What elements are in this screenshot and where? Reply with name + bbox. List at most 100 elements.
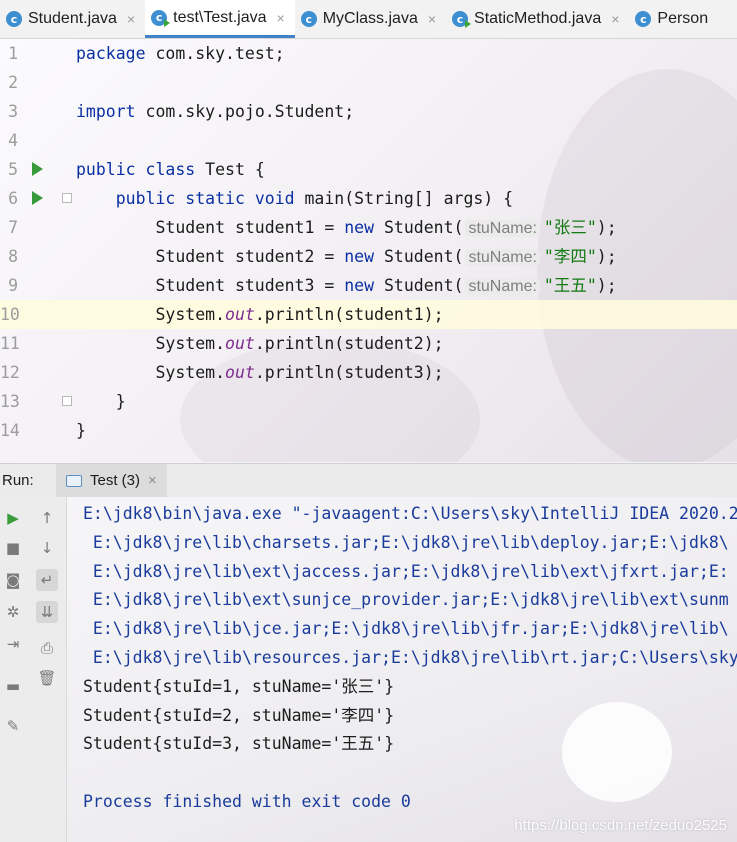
code-token: .println(student1); xyxy=(254,305,444,324)
console-line: E:\jdk8\jre\lib\charsets.jar;E:\jdk8\jre… xyxy=(83,532,729,552)
code-editor[interactable]: 1 package com.sky.test; 2 3 import com.sky.p… xyxy=(0,39,737,462)
code-token: .println(student2); xyxy=(254,334,444,353)
tab-label: StaticMethod.java xyxy=(474,10,602,27)
trash-icon[interactable]: 🗑 xyxy=(36,667,58,689)
line-number: 14 xyxy=(0,421,20,440)
editor-tab-bar: c Student.java × c test\Test.java × c MyClass.j… xyxy=(0,0,737,39)
code-text: public class Test { xyxy=(76,155,265,184)
line-number: 11 xyxy=(0,334,20,353)
keyword-token: new xyxy=(344,247,375,266)
tab-staticmethod-java[interactable]: c StaticMethod.java × xyxy=(446,0,629,38)
code-token: System. xyxy=(76,334,226,353)
code-line[interactable]: 12 System.out.println(student3); xyxy=(0,358,737,387)
code-line[interactable]: 7 Student student1 = new Student(stuName… xyxy=(0,213,737,242)
line-number: 7 xyxy=(8,218,18,237)
code-line[interactable]: 3 import com.sky.pojo.Student; xyxy=(0,97,737,126)
code-line[interactable]: 11 System.out.println(student2); xyxy=(0,329,737,358)
tab-myclass-java[interactable]: c MyClass.java × xyxy=(295,0,446,38)
up-arrow-icon[interactable]: ↑ xyxy=(36,507,58,529)
code-token: } xyxy=(76,392,126,411)
code-token: out xyxy=(225,363,255,382)
line-number: 3 xyxy=(8,102,18,121)
stop-icon[interactable]: ■ xyxy=(2,537,24,559)
close-icon[interactable]: × xyxy=(148,472,157,489)
code-token: ); xyxy=(596,218,617,237)
parameter-hint: stuName: xyxy=(465,249,540,266)
parameter-hint: stuName: xyxy=(465,220,540,237)
soft-wrap-icon[interactable]: ↵ xyxy=(36,569,58,591)
keyword-token: public class xyxy=(76,160,196,179)
keyword-token: new xyxy=(344,276,375,295)
class-icon: c xyxy=(635,11,652,27)
console-line: E:\jdk8\jre\lib\jce.jar;E:\jdk8\jre\lib\… xyxy=(83,619,729,639)
run-console[interactable]: https://blog.csdn.net/zeduo2525 E:\jdk8\… xyxy=(67,497,737,842)
code-text: System.out.println(student1); xyxy=(76,300,444,329)
code-token: Student student1 = xyxy=(76,218,345,237)
string-token: "李四" xyxy=(543,247,597,266)
code-line[interactable]: 13 } xyxy=(0,387,737,416)
print-icon[interactable]: ⎙ xyxy=(36,637,58,659)
tab-test-test-java[interactable]: c test\Test.java × xyxy=(145,0,295,38)
tab-student-java[interactable]: c Student.java × xyxy=(0,0,145,38)
run-gutter-icon[interactable] xyxy=(32,191,43,205)
console-line: E:\jdk8\jre\lib\ext\jaccess.jar;E:\jdk8\… xyxy=(83,561,729,581)
code-line[interactable]: 14} xyxy=(0,416,737,445)
exit-icon[interactable]: ⇥ xyxy=(2,633,24,655)
code-text: } xyxy=(76,387,126,416)
rerun-icon[interactable]: ▶ xyxy=(2,507,24,529)
settings-icon[interactable]: ✲ xyxy=(2,601,24,623)
code-text: Student student1 = new Student(stuName: "… xyxy=(76,213,617,243)
close-icon[interactable]: × xyxy=(127,11,135,27)
code-token: Test { xyxy=(195,160,265,179)
keyword-token: new xyxy=(344,218,375,237)
fold-marker-icon[interactable] xyxy=(62,193,72,203)
code-token: com.sky.test; xyxy=(145,44,285,63)
code-line[interactable]: 4 xyxy=(0,126,737,155)
line-number: 13 xyxy=(0,392,20,411)
line-number: 9 xyxy=(8,276,18,295)
code-token: Student student3 = xyxy=(76,276,345,295)
tab-person[interactable]: c Person xyxy=(629,0,718,38)
console-line: Student{stuId=1, stuName='张三'} xyxy=(83,676,395,696)
code-line[interactable]: 6 public static void main(String[] args)… xyxy=(0,184,737,213)
code-token: System. xyxy=(76,363,226,382)
watermark: https://blog.csdn.net/zeduo2525 xyxy=(514,817,727,834)
code-text: System.out.println(student3); xyxy=(76,358,443,387)
class-icon: c xyxy=(6,11,22,27)
code-line[interactable]: 10 System.out.println(student1); xyxy=(0,300,737,329)
code-text: package com.sky.test; xyxy=(76,39,285,68)
run-gutter-icon[interactable] xyxy=(32,162,43,176)
background-art xyxy=(562,702,672,802)
down-arrow-icon[interactable]: ↓ xyxy=(36,537,58,559)
code-token: Student( xyxy=(374,247,464,266)
camera-icon[interactable]: ◙ xyxy=(2,569,24,591)
run-label: Run: xyxy=(2,472,34,489)
string-token: "张三" xyxy=(543,218,597,237)
code-line[interactable]: 9 Student student3 = new Student(stuName… xyxy=(0,271,737,300)
layout-icon[interactable]: ▬ xyxy=(2,675,24,697)
keyword-token: public static void xyxy=(115,189,295,208)
scroll-to-end-icon[interactable]: ⇊ xyxy=(36,601,58,623)
line-number: 6 xyxy=(8,189,18,208)
code-token: main(String[] args) { xyxy=(294,189,514,208)
code-token: ); xyxy=(596,276,617,295)
run-config-tab[interactable]: Test (3) × xyxy=(56,464,167,497)
console-line: Student{stuId=2, stuName='李四'} xyxy=(83,705,395,725)
runnable-class-icon: c xyxy=(452,11,472,28)
console-line: E:\jdk8\jre\lib\resources.jar;E:\jdk8\jr… xyxy=(83,648,737,667)
close-icon[interactable]: × xyxy=(428,11,436,27)
pin-icon[interactable]: ✎ xyxy=(2,715,24,737)
code-token: System. xyxy=(76,305,226,324)
code-token: Student( xyxy=(374,218,464,237)
code-line[interactable]: 2 xyxy=(0,68,737,97)
code-line[interactable]: 1 package com.sky.test; xyxy=(0,39,737,68)
tab-label: MyClass.java xyxy=(322,10,418,27)
code-line[interactable]: 5 public class Test { xyxy=(0,155,737,184)
keyword-token: import xyxy=(76,102,136,121)
fold-marker-icon[interactable] xyxy=(62,396,72,406)
close-icon[interactable]: × xyxy=(611,11,619,27)
code-line[interactable]: 8 Student student2 = new Student(stuName… xyxy=(0,242,737,271)
close-icon[interactable]: × xyxy=(277,10,285,26)
string-token: "王五" xyxy=(543,276,597,295)
